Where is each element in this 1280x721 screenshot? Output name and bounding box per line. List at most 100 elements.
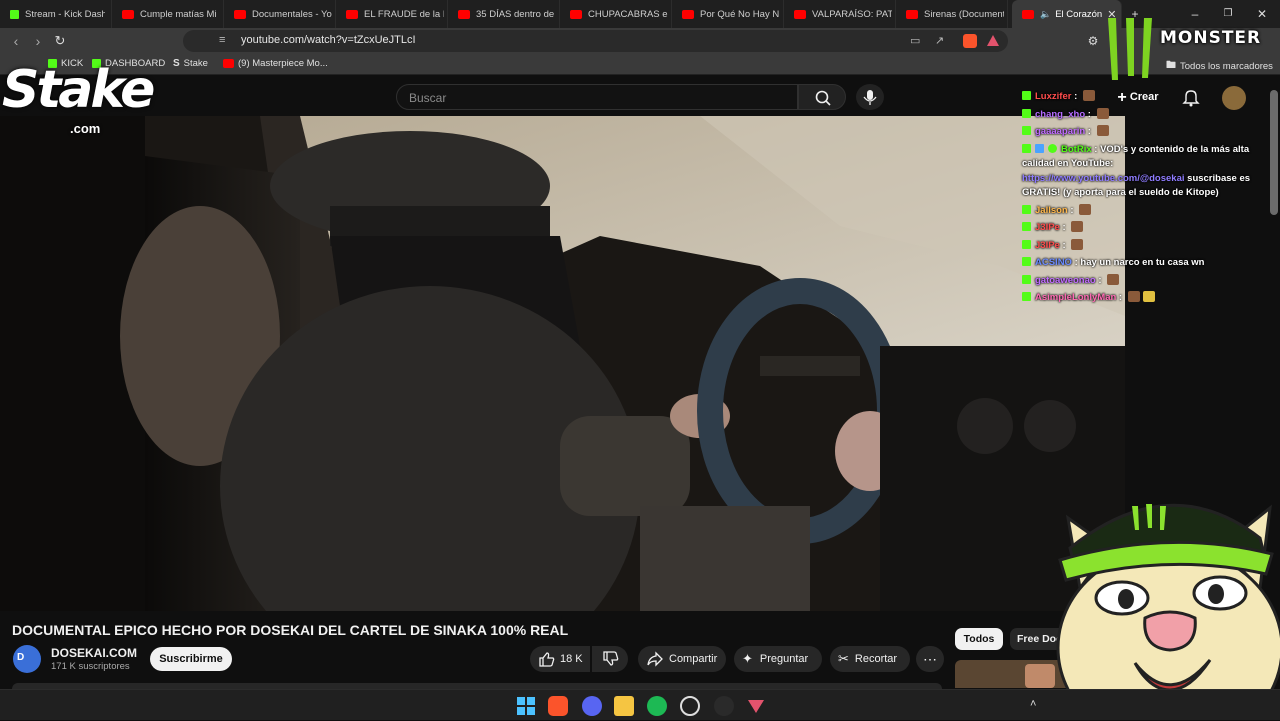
ask-label: Preguntar (759, 653, 809, 665)
youtube-icon (906, 9, 918, 19)
stake-logo-domain: .com (70, 121, 101, 136)
tab-label: EL FRAUDE de la FI (364, 8, 444, 20)
spotify-icon[interactable] (647, 696, 667, 716)
search-icon (815, 90, 831, 106)
discord-icon[interactable] (582, 696, 602, 716)
brave-rewards-app-icon[interactable] (746, 696, 766, 716)
emote-icon (1096, 107, 1109, 119)
chat-username: J3IPe (1035, 239, 1060, 251)
youtube-icon (794, 9, 806, 19)
all-bookmarks[interactable]: 🖿 Todos los marcadores (1166, 58, 1273, 75)
tab-kick-dashboard[interactable]: Stream - Kick Dash (0, 0, 112, 28)
thumbs-down-icon (603, 651, 619, 666)
chat-username: Luxzifer (1035, 91, 1072, 102)
bookmark-label: Stake (183, 58, 208, 69)
bookmark-masterpiece[interactable]: (9) Masterpiece Mo... (223, 58, 328, 69)
back-button[interactable]: ‹ (6, 31, 26, 51)
channel-name[interactable]: DOSEKAI.COM (51, 646, 137, 660)
emote-icon (1071, 221, 1084, 232)
file-explorer-icon[interactable] (614, 696, 634, 716)
clip-label: Recortar (854, 653, 898, 665)
address-bar[interactable]: ≡ youtube.com/watch?v=tZcxUeJTLcI ▭ ↗ (183, 30, 1008, 52)
site-settings-icon[interactable]: ≡ (219, 34, 225, 46)
dislike-button[interactable] (592, 646, 628, 672)
sparkle-icon: ✦ (742, 651, 753, 666)
youtube-icon (223, 59, 234, 68)
cast-icon[interactable]: ▭ (910, 34, 920, 47)
chat-link[interactable]: https://www.youtube.com/@dosekai (1022, 173, 1185, 184)
url-text[interactable]: youtube.com/watch?v=tZcxUeJTLcI (241, 34, 416, 46)
like-button[interactable]: 18 K (530, 646, 590, 672)
minimize-button[interactable]: – (1185, 4, 1205, 24)
bookmark-stake[interactable]: S Stake (173, 58, 208, 69)
chat-username: J3IPe (1035, 222, 1060, 233)
subscribe-button[interactable]: Suscribirme (150, 647, 232, 671)
brave-browser-icon[interactable] (548, 696, 568, 716)
emote-icon (1079, 203, 1092, 215)
windows-start-icon[interactable] (516, 696, 536, 716)
video-player[interactable] (0, 116, 1125, 611)
windows-taskbar: ˄ (0, 689, 1280, 720)
kick-badge-icon (1022, 274, 1031, 284)
chat-text: hay un narco en tu casa wn (1080, 257, 1205, 268)
bot-badge-icon (1035, 143, 1044, 153)
voice-search-button[interactable] (856, 84, 884, 110)
monster-claw-logo (1108, 18, 1152, 80)
channel-avatar[interactable]: D (13, 645, 41, 673)
channel-avatar-glyph: D (17, 652, 25, 663)
scrollbar-thumb[interactable] (1270, 90, 1278, 215)
bookmark-label: (9) Masterpiece Mo... (238, 58, 328, 69)
tab-label: Stream - Kick Dash (25, 8, 105, 20)
emote-icon (1107, 273, 1120, 285)
tab-label: VALPARAÍSO: PATR (812, 8, 892, 20)
tab-youtube[interactable]: CHUPACABRAS en (560, 0, 672, 28)
browser-toolbar: ‹ › ↻ □ ≡ youtube.com/watch?v=tZcxUeJTLc… (0, 28, 1280, 54)
extensions-icon[interactable]: ⚙ (1083, 31, 1103, 51)
tab-youtube[interactable]: 35 DÍAS dentro de (448, 0, 560, 28)
folder-icon: 🖿 (1166, 60, 1176, 71)
brave-rewards-icon[interactable] (987, 35, 999, 46)
tab-youtube[interactable]: VALPARAÍSO: PATR (784, 0, 896, 28)
share-icon[interactable]: ↗ (935, 34, 944, 47)
ask-button[interactable]: ✦ Preguntar (734, 646, 822, 672)
emote-icon (1082, 90, 1095, 101)
tab-youtube[interactable]: Por Qué No Hay N (672, 0, 784, 28)
maximize-button[interactable]: ❐ (1218, 4, 1238, 24)
tab-youtube[interactable]: Cumple matías Mi (112, 0, 224, 28)
reload-button[interactable]: ↻ (50, 31, 70, 51)
kick-badge-icon (1022, 257, 1031, 266)
emote-icon (1071, 238, 1084, 250)
youtube-icon (570, 9, 582, 19)
chip-all[interactable]: Todos (955, 628, 1003, 650)
brave-shield-icon[interactable] (963, 34, 977, 48)
app-icon[interactable] (714, 696, 734, 716)
tab-youtube[interactable]: EL FRAUDE de la FI (336, 0, 448, 28)
verified-icon (1048, 143, 1057, 153)
share-button[interactable]: Compartir (638, 646, 726, 672)
youtube-icon (122, 9, 134, 19)
obs-icon[interactable] (680, 696, 700, 716)
clip-button[interactable]: ✂ Recortar (830, 646, 910, 672)
more-actions-button[interactable]: ⋯ (916, 646, 944, 672)
tab-youtube[interactable]: Sirenas (Document (896, 0, 1008, 28)
search-input[interactable]: Buscar (396, 84, 798, 110)
tab-label: El Corazón (1055, 8, 1103, 20)
video-frame (0, 116, 1125, 611)
emote-icon (1096, 125, 1109, 136)
tab-label: CHUPACABRAS en (588, 8, 668, 20)
tab-youtube[interactable]: Documentales - Yo (224, 0, 336, 28)
share-icon (647, 651, 663, 667)
chat-message: Luxzifer : (1022, 90, 1262, 105)
chevron-up-icon[interactable]: ˄ (1030, 698, 1036, 710)
search-button[interactable] (798, 84, 846, 110)
chat-message: gatoaweonao : (1022, 273, 1262, 289)
chat-message: ACSINO : hay un narco en tu casa wn (1022, 256, 1262, 271)
search-placeholder: Buscar (409, 91, 447, 105)
tab-label: Documentales - Yo (252, 8, 332, 20)
window-close-button[interactable]: ✕ (1252, 4, 1272, 24)
tab-label: 35 DÍAS dentro de (476, 8, 555, 20)
kick-badge-icon (1022, 126, 1031, 135)
chat-message: chang_xho : (1022, 107, 1262, 123)
forward-button[interactable]: › (28, 31, 48, 51)
kick-badge-icon (1022, 222, 1031, 231)
